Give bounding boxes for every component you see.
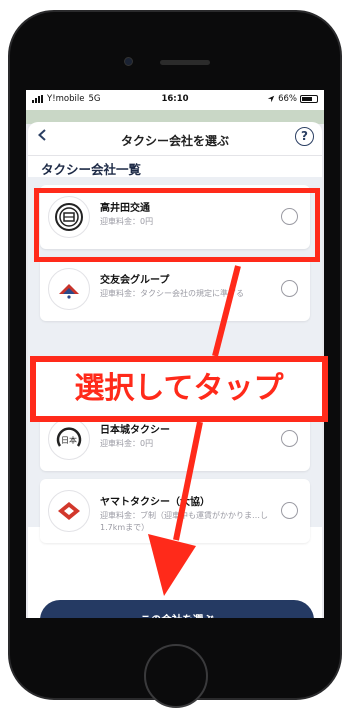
company-logo-icon (48, 268, 90, 310)
list-item[interactable]: ヤマトタクシー（大協） 迎車料金：ブ制（迎車中も運賃がかかりま…し1.7kmまで… (40, 479, 310, 543)
selection-highlight (34, 188, 320, 262)
company-logo-icon (48, 490, 90, 532)
battery-icon (300, 95, 318, 103)
sheet-header: タクシー会社を選ぶ ? (28, 122, 322, 156)
company-name: 日本城タクシー (100, 425, 170, 436)
select-radio[interactable] (281, 430, 298, 447)
camera-icon (124, 57, 133, 66)
app-screen: Y!mobile 5G 16:10 66% タクシー会社を選ぶ ? タクシー会社… (26, 90, 324, 618)
help-icon[interactable]: ? (295, 127, 314, 146)
battery-percent: 66% (278, 94, 297, 104)
pickup-fee: 迎車料金：0円 (100, 439, 154, 448)
callout-text: 選択してタップ (36, 362, 322, 416)
location-arrow-icon (267, 95, 275, 103)
speaker-grille (160, 60, 210, 65)
select-radio[interactable] (281, 280, 298, 297)
company-logo-icon: 日本 (48, 418, 90, 460)
company-name: ヤマトタクシー（大協） (100, 497, 210, 508)
select-radio[interactable] (281, 502, 298, 519)
status-bar: Y!mobile 5G 16:10 66% (26, 90, 324, 110)
home-button[interactable] (144, 644, 208, 708)
svg-text:日本: 日本 (61, 435, 77, 445)
select-company-button[interactable]: この会社を選ぶ (40, 600, 314, 618)
pickup-fee: 迎車料金：タクシー会社の規定に準ずる (100, 289, 244, 298)
instruction-callout: 選択してタップ (30, 356, 328, 422)
page-title: タクシー会社を選ぶ (120, 134, 229, 148)
company-name: 交友会グループ (100, 275, 170, 286)
pickup-fee: 迎車料金：ブ制（迎車中も運賃がかかりま…し1.7kmまで） (100, 511, 268, 532)
list-item[interactable]: 交友会グループ 迎車料金：タクシー会社の規定に準ずる (40, 257, 310, 321)
list-heading: タクシー会社一覧 (41, 162, 142, 177)
